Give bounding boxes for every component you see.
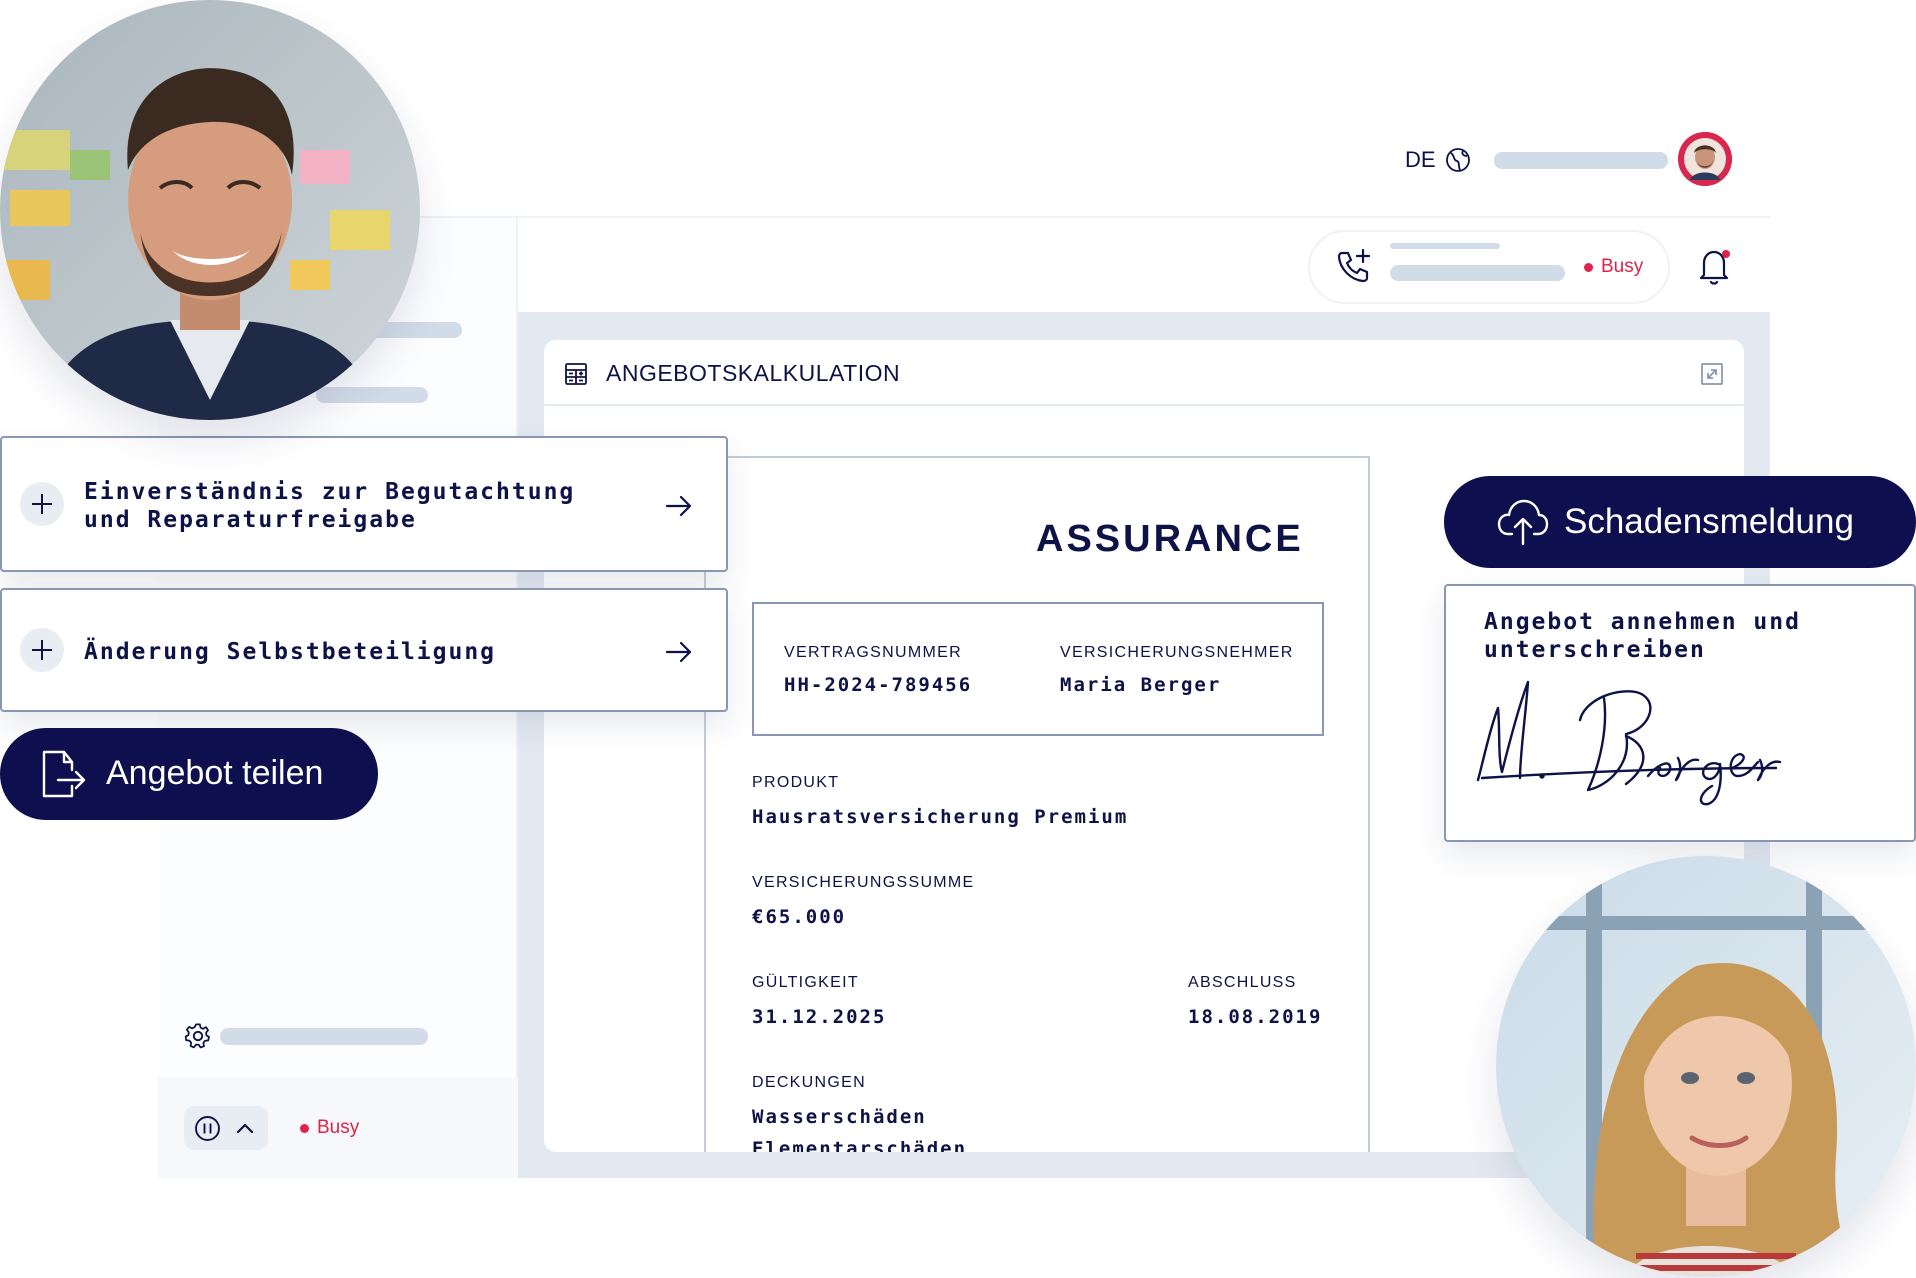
deductible-task-card[interactable]: Änderung Selbstbeteiligung <box>0 588 728 712</box>
agent-status: Busy <box>300 1117 359 1139</box>
share-icon <box>42 750 86 798</box>
gear-icon[interactable] <box>184 1022 212 1050</box>
claim-report-button[interactable]: Schadensmeldung <box>1444 476 1916 568</box>
agent-photo <box>0 0 420 420</box>
status-toggle[interactable] <box>184 1106 268 1150</box>
calculator-icon <box>565 363 587 385</box>
sidebar-nav-placeholder[interactable] <box>316 387 428 403</box>
caller-name-placeholder <box>1390 243 1500 249</box>
consent-task-text: Einverständnis zur Begutachtung und Repa… <box>84 478 575 534</box>
deductible-task-text: Änderung Selbstbeteiligung <box>84 639 497 665</box>
expand-icon[interactable] <box>1700 362 1724 386</box>
policyholder-name: Maria Berger <box>1060 674 1222 696</box>
contract-number-label: VERTRAGSNUMMER <box>784 644 962 661</box>
validity-value: 31.12.2025 <box>752 1006 887 1028</box>
panel-header: ANGEBOTSKALKULATION <box>544 340 1744 406</box>
customer-photo <box>1496 856 1916 1276</box>
closing-label: ABSCHLUSS <box>1188 974 1297 991</box>
pause-icon[interactable] <box>194 1115 221 1142</box>
arrow-right-icon[interactable] <box>664 494 694 518</box>
coverage-item: Wasserschäden <box>752 1106 927 1128</box>
call-status: Busy <box>1584 256 1643 278</box>
user-name-placeholder <box>1494 152 1668 169</box>
sum-insured-value: €65.000 <box>752 906 847 928</box>
language-selector[interactable]: DE <box>1405 147 1436 173</box>
share-offer-label: Angebot teilen <box>106 754 324 792</box>
cloud-upload-icon <box>1497 499 1549 546</box>
settings-label-placeholder <box>220 1028 428 1045</box>
contract-number: HH-2024-789456 <box>784 674 973 696</box>
handwritten-signature <box>1476 680 1782 806</box>
sign-offer-line: unterschreiben <box>1484 637 1706 663</box>
product-value: Hausratsversicherung Premium <box>752 806 1129 828</box>
panel-title: ANGEBOTSKALKULATION <box>606 360 901 386</box>
sign-offer-title: Angebot annehmen und unterschreiben <box>1484 608 1801 664</box>
consent-task-line: Einverständnis zur Begutachtung <box>84 479 576 505</box>
product-label: PRODUKT <box>752 774 840 791</box>
status-dot <box>1584 262 1593 272</box>
user-avatar[interactable] <box>1678 132 1732 186</box>
contract-info-box: VERTRAGSNUMMER HH-2024-789456 VERSICHERU… <box>752 602 1324 736</box>
brand-logo: ASSURANCE <box>1036 518 1304 560</box>
sign-offer-card[interactable]: Angebot annehmen und unterschreiben <box>1444 584 1916 842</box>
consent-task-card[interactable]: Einverständnis zur Begutachtung und Repa… <box>0 436 728 572</box>
status-dot <box>300 1123 309 1133</box>
plus-icon[interactable] <box>20 628 64 672</box>
caller-detail-placeholder <box>1390 265 1565 281</box>
claim-report-label: Schadensmeldung <box>1564 502 1854 541</box>
sidebar-footer-bottom <box>158 1152 518 1178</box>
sign-offer-line: Angebot annehmen und <box>1484 609 1801 635</box>
policyholder-label: VERSICHERUNGSNEHMER <box>1060 644 1294 661</box>
validity-label: GÜLTIGKEIT <box>752 974 859 991</box>
bell-icon[interactable] <box>1697 246 1733 286</box>
consent-task-line: und Reparaturfreigabe <box>84 507 417 533</box>
arrow-right-icon[interactable] <box>664 640 694 664</box>
coverage-label: DECKUNGEN <box>752 1074 866 1091</box>
sum-insured-label: VERSICHERUNGSSUMME <box>752 874 975 891</box>
call-status-label: Busy <box>1601 256 1644 277</box>
chevron-up-icon[interactable] <box>234 1118 256 1138</box>
agent-status-label: Busy <box>317 1117 360 1138</box>
share-offer-button[interactable]: Angebot teilen <box>0 728 378 820</box>
phone-plus-icon[interactable] <box>1334 246 1374 286</box>
offer-document: ASSURANCE VERTRAGSNUMMER HH-2024-789456 … <box>704 456 1370 1216</box>
globe-icon[interactable] <box>1445 147 1471 173</box>
plus-icon[interactable] <box>20 482 64 526</box>
closing-value: 18.08.2019 <box>1188 1006 1323 1028</box>
